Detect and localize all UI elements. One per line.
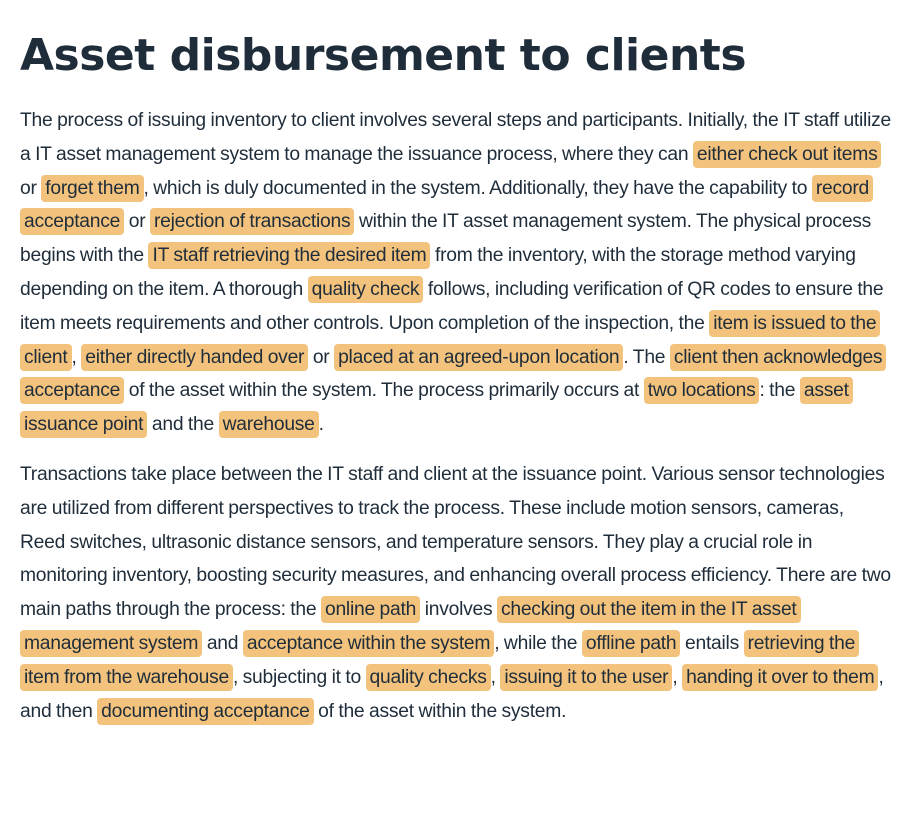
highlighted-phrase: online path xyxy=(320,596,421,624)
highlighted-phrase: offline path xyxy=(581,629,681,657)
text-segment: of the asset within the system. The proc… xyxy=(124,380,644,402)
text-segment: : the xyxy=(759,380,800,402)
highlighted-phrase: placed at an agreed-upon location xyxy=(334,343,624,371)
text-segment: or xyxy=(308,346,335,368)
text-segment: , which is duly documented in the system… xyxy=(143,177,812,199)
highlighted-phrase: documenting acceptance xyxy=(97,697,314,725)
highlighted-phrase: either check out items xyxy=(692,140,882,168)
text-segment: of the asset within the system. xyxy=(313,700,567,722)
text-segment: , xyxy=(672,666,683,688)
text-segment: or xyxy=(20,177,42,199)
highlighted-phrase: either directly handed over xyxy=(81,343,309,371)
highlighted-phrase: quality checks xyxy=(365,663,491,691)
highlighted-phrase: handing it over to them xyxy=(682,663,879,691)
text-segment: involves xyxy=(420,599,497,621)
paragraph: Transactions take place between the IT s… xyxy=(20,458,892,728)
highlighted-phrase: issuing it to the user xyxy=(500,663,673,691)
highlighted-phrase: IT staff retrieving the desired item xyxy=(148,242,431,270)
text-segment: . The xyxy=(623,346,670,368)
text-segment: and xyxy=(202,632,243,654)
page-title: Asset disbursement to clients xyxy=(20,30,747,81)
highlighted-phrase: forget them xyxy=(41,174,144,202)
document-body: The process of issuing inventory to clie… xyxy=(20,104,921,728)
highlighted-phrase: rejection of transactions xyxy=(149,208,355,236)
highlighted-phrase: acceptance within the system xyxy=(242,629,495,657)
text-segment: or xyxy=(124,211,150,233)
text-segment: and the xyxy=(147,414,219,436)
highlighted-phrase: warehouse xyxy=(218,411,319,439)
text-segment: , subjecting it to xyxy=(232,666,366,688)
text-segment: , xyxy=(71,346,82,368)
text-segment: , xyxy=(490,666,501,688)
text-segment: . xyxy=(318,414,324,436)
text-segment: , while the xyxy=(494,632,582,654)
text-segment: entails xyxy=(680,632,744,654)
paragraph: The process of issuing inventory to clie… xyxy=(20,104,892,442)
highlighted-phrase: two locations xyxy=(643,377,760,405)
highlighted-phrase: quality check xyxy=(307,275,424,303)
